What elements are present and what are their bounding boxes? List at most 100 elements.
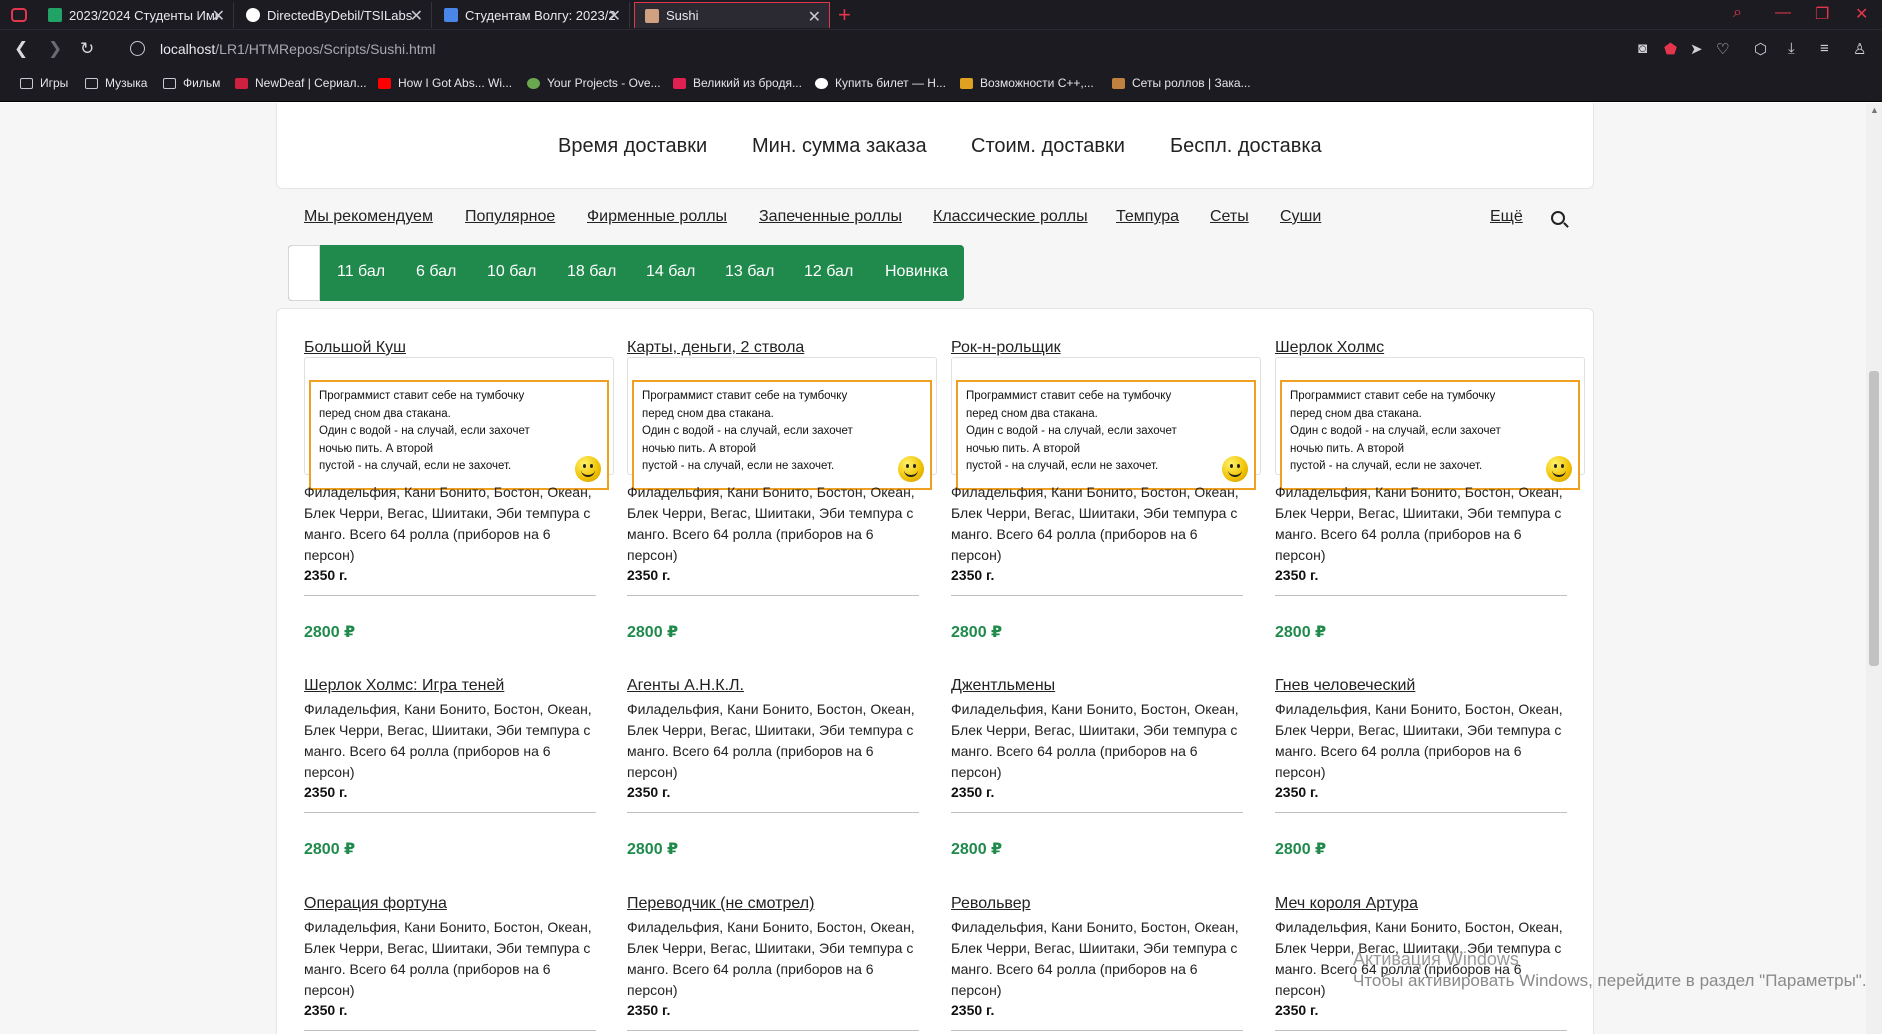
profile-icon[interactable]: ♙ (1853, 40, 1866, 58)
category-sets[interactable]: Сеты (1210, 208, 1249, 226)
filter-chip[interactable]: 11 бал (337, 263, 385, 281)
restore-icon[interactable]: ❐ (1815, 4, 1829, 24)
product-title[interactable]: Рок-н-рольщик (951, 339, 1061, 357)
product-grid: Большой Куш Программист ставит себе на т… (276, 308, 1594, 1034)
bookmark[interactable]: Your Projects - Ove... (527, 76, 661, 90)
category-signature[interactable]: Фирменные роллы (587, 208, 727, 226)
filter-chip[interactable]: 13 бал (725, 263, 774, 281)
send-icon[interactable]: ➤ (1690, 40, 1703, 58)
product-title[interactable]: Большой Куш (304, 339, 406, 357)
adblock-icon[interactable]: ⬟ (1664, 40, 1677, 58)
divider (951, 1030, 1243, 1031)
tab-2[interactable]: DirectedByDebil/TSILabs ✕ (236, 2, 432, 28)
filter-chip[interactable]: 12 бал (804, 263, 853, 281)
tab-1[interactable]: 2023/2024 Студенты Имит ✕ (38, 2, 234, 28)
watermark-text: Чтобы активировать Windows, перейдите в … (1353, 971, 1867, 990)
product-image[interactable]: Программист ставит себе на тумбочку перед… (304, 357, 614, 490)
divider (627, 1030, 919, 1031)
bookmark-folder[interactable]: Игры (20, 76, 68, 90)
product-title[interactable]: Шерлок Холмс: Игра теней (304, 677, 504, 695)
product-title[interactable]: Шерлок Холмс (1275, 339, 1384, 357)
close-icon[interactable]: ✕ (410, 6, 423, 26)
bookmark[interactable]: NewDeaf | Сериал... (235, 76, 367, 90)
github-icon (246, 8, 260, 22)
bookmark-label: Сеты роллов | Зака... (1132, 76, 1251, 90)
bookmark[interactable]: Купить билет — Н... (815, 76, 946, 90)
close-icon[interactable]: ✕ (212, 6, 225, 26)
joke-line: ночью пить. А второй (319, 442, 434, 455)
close-icon[interactable]: ✕ (808, 7, 821, 27)
filter-chip[interactable]: 10 бал (487, 263, 536, 281)
heart-icon[interactable]: ♡ (1716, 40, 1729, 58)
more-link[interactable]: Ещё (1490, 208, 1523, 226)
back-icon[interactable]: ❮ (14, 39, 28, 59)
category-sushi[interactable]: Суши (1280, 208, 1321, 226)
tab-title: Студентам Волгу: 2023/20 (465, 7, 615, 23)
category-popular[interactable]: Популярное (465, 208, 555, 226)
product-title[interactable]: Переводчик (не смотрел) (627, 895, 814, 913)
product-image[interactable]: Программист ставит себе на тумбочку перед… (1275, 357, 1585, 490)
reload-icon[interactable]: ↻ (80, 39, 94, 59)
bookmark-folder[interactable]: Фильм (163, 76, 220, 90)
page-scrollbar[interactable]: ▲ (1866, 103, 1882, 1034)
cube-icon[interactable]: ⬡ (1754, 40, 1767, 58)
close-window-icon[interactable]: ✕ (1855, 4, 1868, 24)
product-image[interactable]: Программист ставит себе на тумбочку перед… (627, 357, 937, 490)
anime-site-icon (673, 77, 686, 89)
filter-chip[interactable]: 6 бал (416, 263, 456, 281)
product-title[interactable]: Агенты А.Н.К.Л. (627, 677, 744, 695)
tab-active[interactable]: Sushi ✕ (634, 2, 830, 28)
category-tempura[interactable]: Темпура (1116, 208, 1179, 226)
page-favicon-icon (645, 8, 659, 23)
scroll-thumb[interactable] (1869, 371, 1879, 666)
product-title[interactable]: Джентльмены (951, 677, 1055, 695)
product-image[interactable]: Программист ставит себе на тумбочку перед… (951, 357, 1261, 490)
product-title[interactable]: Гнев человеческий (1275, 677, 1415, 695)
search-tabs-icon[interactable]: ⌕ (1733, 4, 1742, 22)
new-tab-button[interactable]: + (838, 2, 851, 28)
joke-image-text: Программист ставит себе на тумбочку перед… (632, 380, 932, 490)
joke-line: перед сном два стакана. (1290, 407, 1422, 420)
product-title[interactable]: Операция фортуна (304, 895, 447, 913)
forward-icon[interactable]: ❯ (48, 39, 62, 59)
joke-line: Программист ставит себе на тумбочку (642, 390, 848, 402)
category-baked[interactable]: Запеченные роллы (759, 208, 902, 226)
divider (627, 595, 919, 596)
opera-gx-logo-icon[interactable] (11, 8, 27, 22)
url-field[interactable]: localhost/LR1/HTMRepos/Scripts/Sushi.htm… (160, 41, 435, 57)
filter-chip[interactable]: Новинка (885, 263, 948, 281)
minimize-icon[interactable]: — (1775, 4, 1791, 22)
category-recommend[interactable]: Мы рекомендуем (304, 208, 433, 226)
product-weight: 2350 г. (1275, 567, 1319, 583)
close-icon[interactable]: ✕ (608, 6, 621, 26)
product-weight: 2350 г. (627, 784, 671, 800)
joke-line: Один с водой - на случай, если захочет (642, 425, 853, 437)
product-description: Филадельфия, Кани Бонито, Бостон, Океан,… (1275, 484, 1563, 563)
product-title[interactable]: Карты, деньги, 2 ствола (627, 339, 804, 357)
product-description: Филадельфия, Кани Бонито, Бостон, Океан,… (627, 484, 915, 563)
site-info-icon[interactable] (130, 41, 145, 56)
bookmark[interactable]: Великий из бродя... (673, 76, 802, 90)
category-classic[interactable]: Классические роллы (933, 208, 1088, 226)
scroll-up-arrow-icon[interactable]: ▲ (1870, 105, 1879, 115)
joke-line: Программист ставит себе на тумбочку (966, 390, 1172, 402)
filter-chip[interactable]: 14 бал (646, 263, 695, 281)
bookmark-folder[interactable]: Музыка (85, 76, 147, 90)
search-icon[interactable] (1551, 211, 1565, 225)
menu-icon[interactable]: ≡ (1820, 40, 1829, 57)
tab-3[interactable]: Студентам Волгу: 2023/20 ✕ (434, 2, 630, 28)
product-title[interactable]: Меч короля Артура (1275, 895, 1418, 913)
filter-reset-button[interactable] (288, 245, 320, 301)
bookmark[interactable]: Возможности C++,... (960, 76, 1094, 90)
filter-chip[interactable]: 18 бал (567, 263, 616, 281)
bookmark[interactable]: Сеты роллов | Зака... (1112, 76, 1251, 90)
joke-line: ночью пить. А второй (966, 442, 1081, 455)
product-title[interactable]: Револьвер (951, 895, 1031, 913)
joke-line: перед сном два стакана. (966, 407, 1098, 420)
smiley-icon (575, 456, 601, 482)
product-description: Филадельфия, Кани Бонито, Бостон, Океан,… (304, 484, 592, 563)
download-icon[interactable]: ⤓ (1788, 40, 1795, 57)
camera-icon[interactable]: ◙ (1638, 40, 1647, 57)
bookmark[interactable]: How I Got Abs... Wi... (378, 76, 512, 90)
docs-icon (444, 8, 458, 22)
